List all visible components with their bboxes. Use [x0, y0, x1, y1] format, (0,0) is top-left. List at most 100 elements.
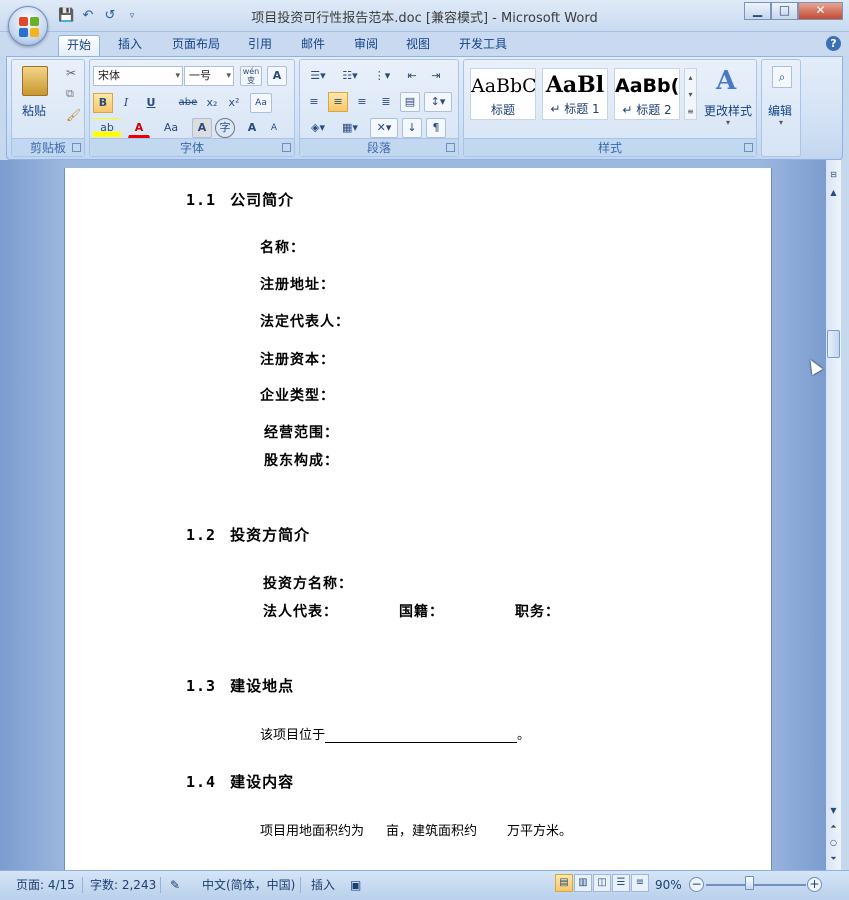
scroll-down-icon[interactable]: ▼ — [826, 804, 841, 818]
maximize-button[interactable]: □ — [771, 2, 798, 20]
tab-mailings[interactable]: 邮件 — [297, 35, 329, 56]
font-size-combo[interactable]: 一号 ▾ — [184, 66, 234, 86]
paste-button[interactable]: 粘贴 — [22, 102, 46, 119]
previous-page-icon[interactable]: ⏶ — [826, 820, 841, 834]
style-title[interactable]: AaBbC 标题 — [470, 68, 536, 120]
copy-icon[interactable]: ⧉ — [66, 87, 74, 101]
line-spacing-icon[interactable]: ↕▾ — [424, 92, 452, 112]
strikethrough-button[interactable]: abe — [176, 93, 200, 113]
binoculars-icon[interactable]: ⌕ — [772, 66, 792, 88]
zoom-out-icon[interactable]: − — [689, 877, 704, 892]
proofing-icon[interactable]: ✎ — [170, 875, 180, 895]
chinese-layout-icon[interactable]: ✕▾ — [370, 118, 398, 138]
next-page-icon[interactable]: ⏷ — [826, 852, 841, 866]
zoom-slider[interactable] — [706, 884, 806, 886]
underline-button[interactable]: U — [139, 93, 163, 113]
insert-mode[interactable]: 插入 — [311, 875, 335, 895]
shrink-font-button[interactable]: A — [264, 118, 284, 138]
cut-icon[interactable]: ✂ — [66, 66, 76, 80]
outline-view-button[interactable]: ☰ — [612, 874, 630, 892]
draft-view-button[interactable]: ≡ — [631, 874, 649, 892]
company-field: 股东构成： — [264, 453, 339, 469]
distributed-icon[interactable]: ▤ — [400, 92, 420, 112]
format-painter-icon[interactable]: 🖌 — [66, 108, 81, 122]
change-styles-icon[interactable]: A — [716, 66, 736, 96]
chevron-down-icon: ▾ — [726, 118, 731, 127]
font-name-combo[interactable]: 宋体 ▾ — [93, 66, 183, 86]
word-count[interactable]: 字数: 2,243 — [90, 875, 156, 895]
font-dialog-launcher[interactable] — [282, 143, 291, 152]
enclose-characters-icon[interactable]: 字 — [215, 118, 235, 138]
style-sample: AaBbC — [471, 75, 535, 97]
office-button[interactable] — [8, 6, 48, 46]
style-heading-1[interactable]: AaBl ↵ 标题 1 — [542, 68, 608, 120]
change-case-button[interactable]: Aa — [158, 118, 184, 138]
character-border-button[interactable]: A — [267, 66, 287, 86]
close-button[interactable]: ✕ — [798, 2, 843, 20]
italic-button[interactable]: I — [116, 93, 136, 113]
company-field: 注册资本： — [260, 352, 335, 368]
style-sample: AaBl — [545, 72, 605, 98]
change-styles-button[interactable]: 更改样式 — [704, 102, 752, 119]
align-right-icon[interactable]: ≡ — [352, 92, 372, 112]
tab-review[interactable]: 审阅 — [350, 35, 382, 56]
minimize-button[interactable]: ▁ — [744, 2, 771, 20]
show-marks-icon[interactable]: ¶ — [426, 118, 446, 138]
zoom-level[interactable]: 90% — [655, 875, 682, 895]
numbering-icon[interactable]: ☷▾ — [336, 66, 364, 86]
zoom-slider-knob[interactable] — [745, 876, 754, 890]
select-browse-object-icon[interactable]: ○ — [826, 836, 841, 850]
increase-indent-icon[interactable]: ⇥ — [426, 66, 446, 86]
macro-record-icon[interactable]: ▣ — [350, 875, 361, 895]
font-name-value: 宋体 — [98, 69, 120, 82]
bold-button[interactable]: B — [93, 93, 113, 113]
tab-references[interactable]: 引用 — [244, 35, 276, 56]
decrease-indent-icon[interactable]: ⇤ — [402, 66, 422, 86]
tab-view[interactable]: 视图 — [402, 35, 434, 56]
editing-button[interactable]: 编辑 — [768, 102, 792, 119]
styles-dialog-launcher[interactable] — [744, 143, 753, 152]
bullets-icon[interactable]: ☰▾ — [304, 66, 332, 86]
styles-scroll[interactable]: ▴ ▾ ≡ — [684, 68, 697, 120]
tab-page-layout[interactable]: 页面布局 — [168, 35, 224, 56]
subscript-button[interactable]: x₂ — [202, 93, 222, 113]
clipboard-dialog-launcher[interactable] — [72, 143, 81, 152]
font-group: 宋体 ▾ 一号 ▾ wén 变 A B I U abe x₂ x² Aa ab A … — [89, 59, 295, 157]
document-page[interactable]: 1.1 公司简介 名称： 注册地址： 法定代表人： 注册资本： 企业类型： 经营范… — [64, 168, 772, 870]
grow-font-button[interactable]: A — [242, 118, 262, 138]
section-heading: 1.4 建设内容 — [186, 771, 294, 792]
scroll-thumb[interactable] — [827, 330, 840, 358]
sort-icon[interactable]: ↓ — [402, 118, 422, 138]
superscript-button[interactable]: x² — [224, 93, 244, 113]
clear-formatting-button[interactable]: Aa — [250, 93, 272, 113]
paragraph-dialog-launcher[interactable] — [446, 143, 455, 152]
scroll-up-icon[interactable]: ▲ — [826, 186, 841, 200]
help-icon[interactable]: ? — [826, 36, 841, 51]
company-field: 企业类型： — [260, 388, 335, 404]
shading-icon[interactable]: ◈▾ — [304, 118, 332, 138]
vertical-scrollbar[interactable]: ⊟ ▲ ▼ ⏶ ○ ⏷ — [826, 160, 841, 870]
ruler-toggle-icon[interactable]: ⊟ — [826, 168, 841, 182]
web-layout-button[interactable]: ◫ — [593, 874, 611, 892]
page-indicator[interactable]: 页面: 4/15 — [16, 875, 75, 895]
style-heading-2[interactable]: AaBb( ↵ 标题 2 — [614, 68, 680, 120]
font-color-icon[interactable]: A — [128, 118, 150, 138]
highlight-icon[interactable]: ab — [93, 118, 121, 138]
zoom-in-icon[interactable]: + — [807, 877, 822, 892]
phonetic-guide-button[interactable]: wén 变 — [240, 66, 262, 86]
print-layout-view-button[interactable]: ▤ — [555, 874, 573, 892]
multilevel-list-icon[interactable]: ⋮▾ — [368, 66, 396, 86]
tab-developer[interactable]: 开发工具 — [455, 35, 511, 56]
tab-home[interactable]: 开始 — [58, 35, 100, 56]
style-name: ↵ 标题 2 — [622, 103, 672, 117]
paste-icon[interactable] — [22, 66, 48, 96]
borders-icon[interactable]: ▦▾ — [336, 118, 364, 138]
tab-insert[interactable]: 插入 — [114, 35, 146, 56]
content-text: 万平方米。 — [507, 824, 573, 839]
align-left-icon[interactable]: ≡ — [304, 92, 324, 112]
justify-icon[interactable]: ≣ — [376, 92, 396, 112]
full-screen-reading-button[interactable]: ▥ — [574, 874, 592, 892]
align-center-icon[interactable]: ≡ — [328, 92, 348, 112]
character-shading-button[interactable]: A — [192, 118, 212, 138]
language-indicator[interactable]: 中文(简体，中国) — [202, 875, 295, 895]
